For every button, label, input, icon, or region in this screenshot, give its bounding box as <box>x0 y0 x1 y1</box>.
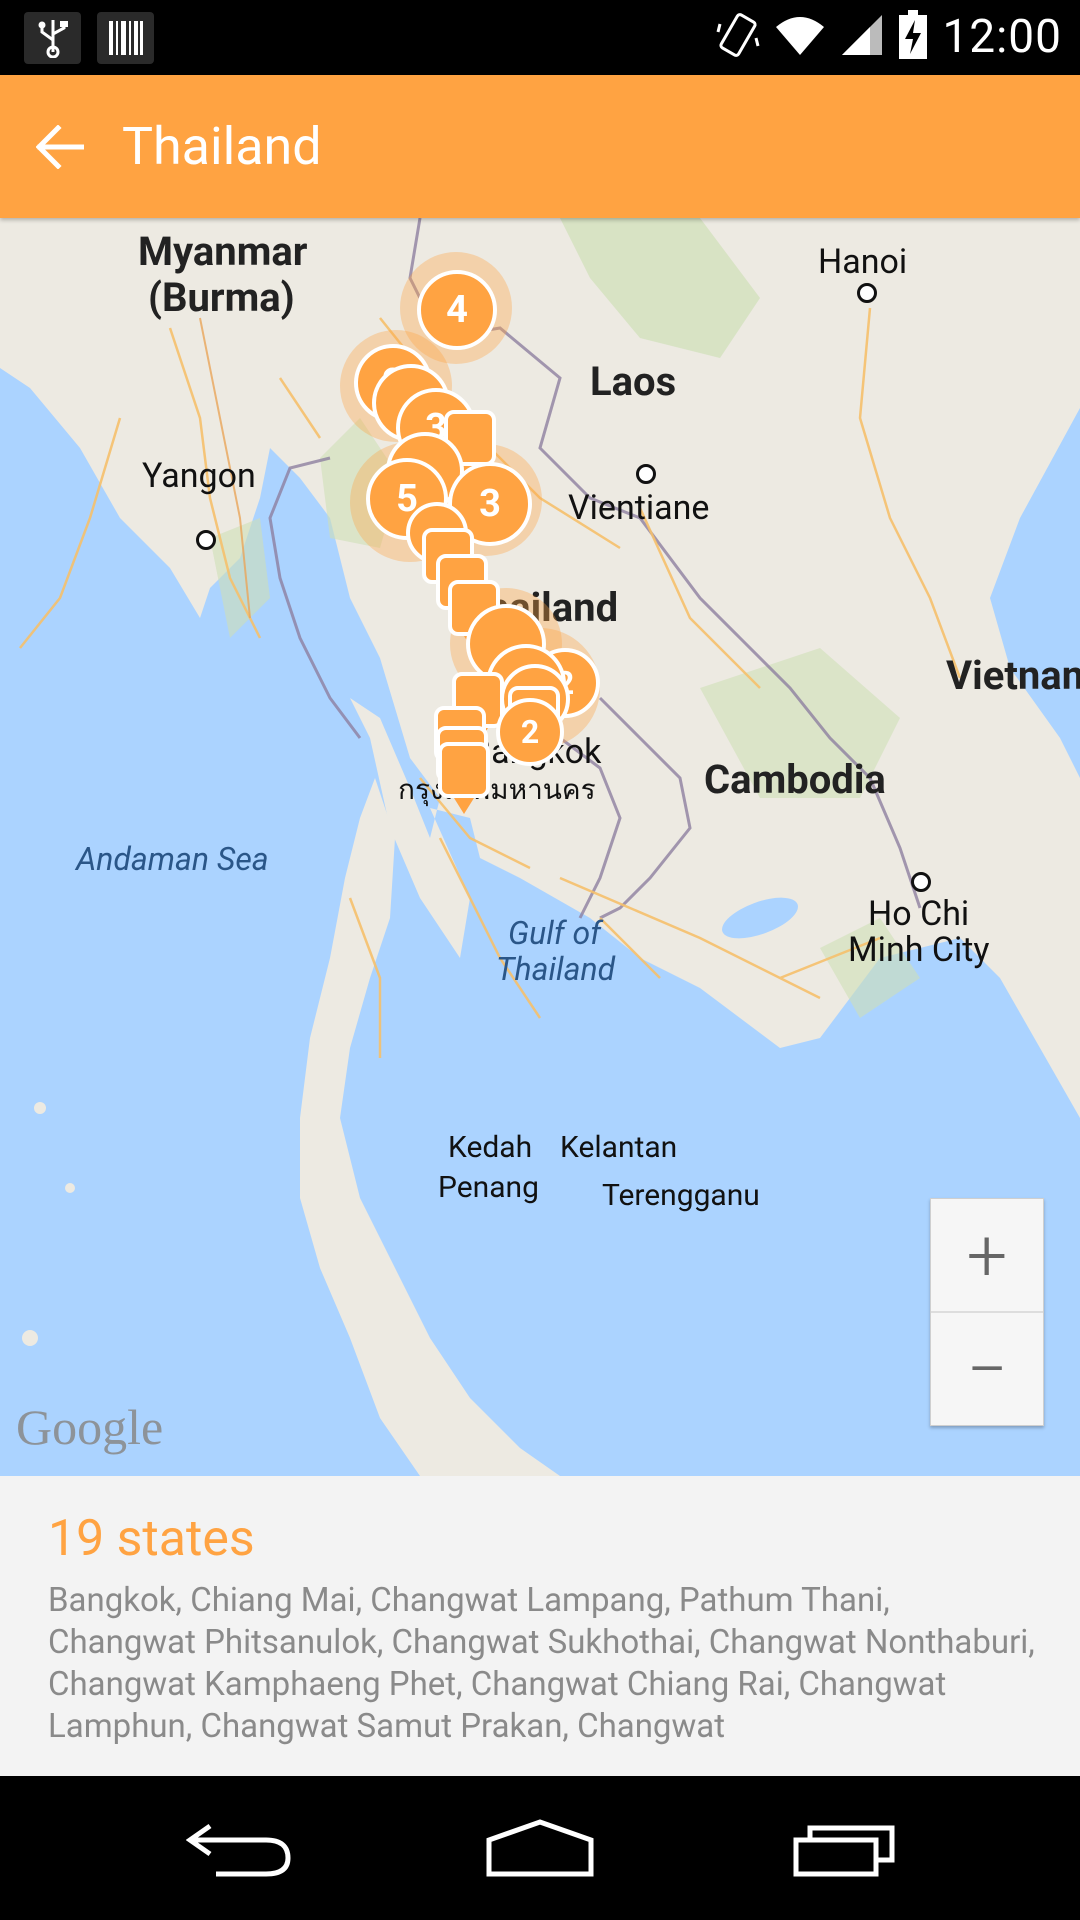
wifi-icon <box>774 13 826 61</box>
cluster-marker[interactable]: 4 <box>417 270 497 350</box>
recents-nav-icon[interactable] <box>790 1811 900 1885</box>
label-vientiane: Vientiane <box>568 488 710 528</box>
label-hanoi: Hanoi <box>818 242 908 282</box>
label-cambodia: Cambodia <box>704 756 886 803</box>
battery-charging-icon <box>898 10 928 64</box>
states-count: 19 states <box>48 1510 255 1568</box>
zoom-controls: + − <box>930 1198 1044 1426</box>
label-laos: Laos <box>590 358 677 405</box>
label-myanmar: Myanmar <box>138 228 308 275</box>
states-list: Bangkok, Chiang Mai, Changwat Lampang, P… <box>48 1581 1035 1746</box>
signal-icon <box>840 13 884 61</box>
label-terengganu: Terengganu <box>602 1178 760 1213</box>
barcode-icon <box>97 12 154 64</box>
label-penang: Penang <box>438 1170 539 1205</box>
back-nav-icon[interactable] <box>184 1811 294 1885</box>
label-ho-chi: Ho Chi <box>868 894 970 934</box>
city-marker-yangon <box>196 530 216 550</box>
label-yangon: Yangon <box>142 456 256 496</box>
arrow-back-icon[interactable] <box>28 115 92 179</box>
label-minh-city: Minh City <box>848 930 990 970</box>
label-vietnam: Vietnam <box>946 652 1080 699</box>
city-marker-hanoi <box>857 283 877 303</box>
app-bar: Thailand <box>0 75 1080 218</box>
label-burma: (Burma) <box>148 274 295 321</box>
label-bangkok-thai: กรุงเทพมหานคร <box>398 773 596 806</box>
label-andaman-sea: Andaman Sea <box>76 840 269 878</box>
city-marker-ho-chi-minh <box>911 872 931 892</box>
city-marker-vientiane <box>636 464 656 484</box>
google-logo[interactable]: Google <box>16 1398 163 1456</box>
vibrate-icon <box>716 10 760 64</box>
location-pin[interactable] <box>438 742 490 814</box>
cluster-marker[interactable]: 2 <box>496 698 564 766</box>
clock: 12:00 <box>942 10 1062 64</box>
label-gulf-of: Gulf of <box>508 914 601 952</box>
label-gulf-thailand: Thailand <box>496 950 616 988</box>
zoom-in-button[interactable]: + <box>931 1199 1043 1311</box>
label-kedah: Kedah <box>448 1130 533 1165</box>
label-kelantan: Kelantan <box>560 1130 678 1165</box>
zoom-out-button[interactable]: − <box>931 1313 1043 1425</box>
page-title: Thailand <box>122 116 322 177</box>
states-panel: 19 states Bangkok, Chiang Mai, Changwat … <box>0 1476 1080 1776</box>
map-view[interactable]: Myanmar (Burma) Hanoi Laos Yangon Vienti… <box>0 218 1080 1476</box>
home-nav-icon[interactable] <box>485 1811 595 1885</box>
usb-icon <box>24 12 81 64</box>
status-bar: 12:00 <box>0 0 1080 75</box>
navigation-bar <box>0 1776 1080 1920</box>
